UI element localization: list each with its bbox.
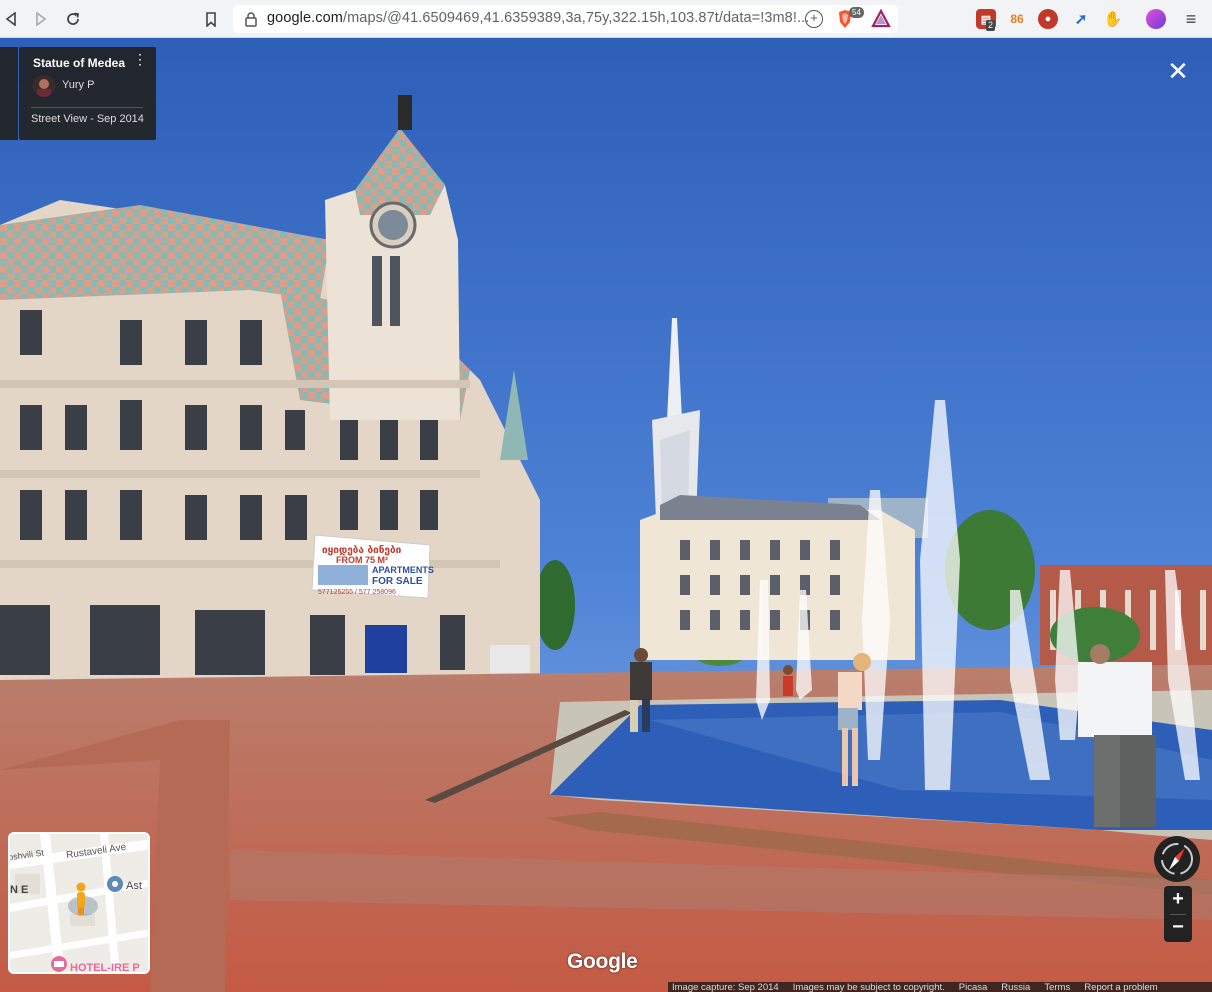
extension-badge: 2 xyxy=(986,20,996,31)
panel-expand-tab[interactable] xyxy=(0,47,18,140)
divider xyxy=(31,107,143,108)
banner-line2: FROM 75 M² xyxy=(336,555,388,565)
extension-honey-icon[interactable]: 86 xyxy=(1007,9,1027,29)
google-logo: Google xyxy=(567,950,638,973)
author-avatar[interactable] xyxy=(33,75,55,97)
brave-shield-count: 54 xyxy=(849,7,864,18)
back-icon[interactable] xyxy=(0,8,22,30)
minimap[interactable]: Rustaveli Ave oshvili St Ast HOTEL-IRE P… xyxy=(8,832,150,974)
street-view-panorama[interactable]: იყიდება ბინები FROM 75 M² APARTMENTS FOR… xyxy=(0,38,1212,992)
place-label-ast: Ast xyxy=(126,880,142,892)
capture-date: Street View - Sep 2014 xyxy=(31,113,144,125)
banner-phone: 577125255 / 577 258096 xyxy=(318,589,396,596)
zoom-out-button[interactable]: − xyxy=(1164,914,1192,942)
add-tab-icon[interactable]: + xyxy=(805,10,823,28)
reload-icon[interactable] xyxy=(62,8,84,30)
brave-rewards-icon[interactable] xyxy=(871,9,891,29)
browser-menu-icon[interactable]: ≡ xyxy=(1180,8,1202,30)
place-label-hotel: HOTEL-IRE P xyxy=(70,962,140,974)
author-name[interactable]: Yury P xyxy=(62,79,94,91)
compass-button[interactable] xyxy=(1154,836,1200,882)
extension-arrow-icon[interactable]: ➚ xyxy=(1071,9,1091,29)
banner-line3: APARTMENTS xyxy=(372,565,434,575)
compass-icon xyxy=(1161,843,1193,875)
panorama-image: იყიდება ბინები FROM 75 M² APARTMENTS FOR… xyxy=(0,38,1212,992)
footer-copyright: Images may be subject to copyright. xyxy=(792,982,945,992)
footer-capture: Image capture: Sep 2014 xyxy=(672,982,779,992)
extension-foot-icon[interactable]: ✋ xyxy=(1103,9,1123,29)
more-options-icon[interactable]: ⋮ xyxy=(133,52,147,76)
map-corner-label: N E xyxy=(10,884,29,896)
location-info-card: Statue of Medea ⋮ Yury P Street View - S… xyxy=(19,47,156,140)
bookmark-icon[interactable] xyxy=(200,8,222,30)
browser-toolbar: google.com/maps/@41.6509469,41.6359389,3… xyxy=(0,0,1212,38)
location-title[interactable]: Statue of Medea xyxy=(33,56,125,70)
pegman-icon[interactable] xyxy=(74,882,88,916)
footer-region[interactable]: Russia xyxy=(1001,982,1030,992)
footer-terms[interactable]: Terms xyxy=(1044,982,1070,992)
zoom-in-button[interactable]: + xyxy=(1164,886,1192,914)
lock-icon xyxy=(245,12,257,27)
address-bar[interactable]: google.com/maps/@41.6509469,41.6359389,3… xyxy=(233,5,898,33)
url-domain: google.com xyxy=(267,10,343,26)
footer-provider[interactable]: Picasa xyxy=(959,982,988,992)
footer-report[interactable]: Report a problem xyxy=(1084,982,1157,992)
close-icon[interactable]: ✕ xyxy=(1164,57,1192,85)
extension-red-icon[interactable]: ● xyxy=(1038,9,1058,29)
banner-line4: FOR SALE xyxy=(372,576,423,587)
profile-avatar[interactable] xyxy=(1146,9,1166,29)
zoom-controls: + − xyxy=(1164,886,1192,942)
footer-bar: Image capture: Sep 2014 Images may be sub… xyxy=(668,982,1212,992)
forward-icon[interactable] xyxy=(30,8,52,30)
url-text: google.com/maps/@41.6509469,41.6359389,3… xyxy=(267,10,809,26)
apartments-banner: იყიდება ბინები FROM 75 M² APARTMENTS FOR… xyxy=(311,534,434,599)
url-path: /maps/@41.6509469,41.6359389,3a,75y,322.… xyxy=(342,10,810,26)
